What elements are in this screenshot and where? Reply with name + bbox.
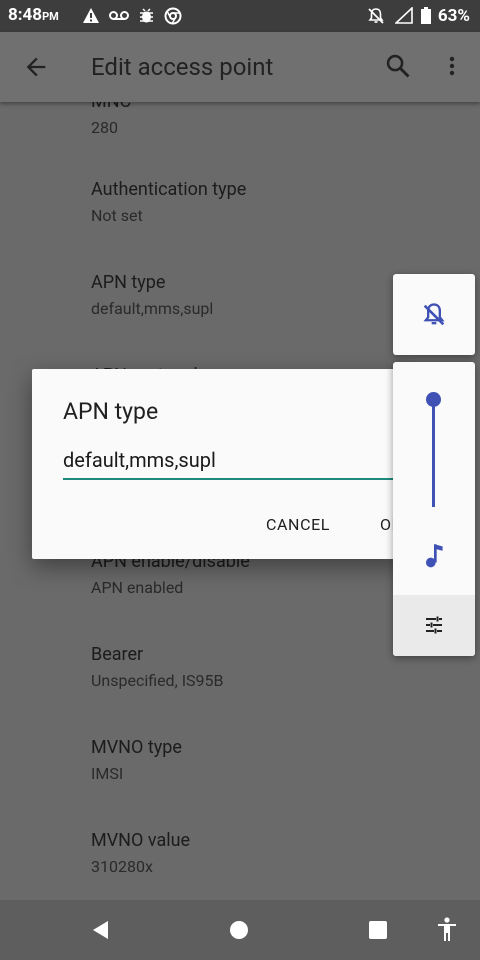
bug-icon [140, 8, 153, 23]
ringer-mode-button[interactable] [393, 274, 475, 355]
pref-title: MVNO value [91, 830, 191, 851]
pref-authentication-type[interactable]: Authentication type Not set [91, 178, 246, 227]
battery-icon [421, 7, 431, 24]
nav-recents-icon[interactable] [368, 920, 388, 940]
nav-home-icon[interactable] [229, 920, 249, 940]
pref-summary: 310280x [91, 857, 153, 876]
pref-title: Authentication type [91, 179, 247, 200]
status-ampm: PM [42, 10, 59, 23]
pref-summary: 280 [91, 118, 118, 137]
nav-back-icon[interactable] [90, 919, 112, 941]
accessibility-icon[interactable] [436, 917, 458, 943]
tune-icon [426, 616, 442, 634]
navigation-bar [0, 900, 480, 960]
status-time-text: 8:48 [8, 5, 43, 25]
battery-percent: 63% [437, 6, 470, 26]
volume-slider-thumb[interactable] [426, 392, 441, 407]
app-bar: Edit access point [0, 32, 480, 102]
pref-bearer[interactable]: Bearer Unspecified, IS95B [91, 643, 224, 692]
pref-title: MNC [91, 102, 131, 114]
cancel-button[interactable]: CANCEL [266, 515, 330, 534]
more-options-icon[interactable] [440, 52, 464, 80]
pref-summary: Not set [91, 206, 143, 225]
pref-title: MVNO type [91, 737, 182, 758]
status-bar: 8:48PM 63% [0, 0, 480, 32]
pref-mvno-type[interactable]: MVNO type IMSI [91, 736, 182, 785]
pref-summary: APN enabled [91, 578, 184, 597]
voicemail-icon [109, 11, 129, 20]
volume-settings-button[interactable] [393, 595, 475, 656]
pref-title: APN type [91, 272, 166, 293]
mute-icon [368, 8, 384, 24]
pref-summary: Unspecified, IS95B [91, 671, 224, 690]
dialog-title: APN type [63, 398, 159, 425]
volume-slider-track[interactable] [432, 400, 435, 507]
volume-panel [393, 362, 475, 656]
pref-mnc[interactable]: MNC 280 [91, 102, 131, 139]
pref-apn-type[interactable]: APN type default,mms,supl [91, 271, 213, 320]
music-note-icon [425, 544, 443, 568]
apn-type-dialog: APN type CANCEL OK [32, 369, 404, 559]
search-icon[interactable] [384, 52, 412, 80]
page-title: Edit access point [91, 53, 274, 81]
status-time: 8:48PM [8, 5, 59, 25]
signal-icon [395, 7, 413, 24]
pref-mvno-value[interactable]: MVNO value 310280x [91, 829, 190, 878]
chrome-icon [164, 7, 182, 25]
back-arrow-icon[interactable] [22, 53, 50, 81]
pref-summary: IMSI [91, 764, 124, 783]
warning-icon [83, 8, 99, 23]
pref-summary: default,mms,supl [91, 299, 214, 318]
apn-type-input[interactable] [63, 442, 404, 480]
bell-off-icon [423, 303, 445, 326]
pref-title: Bearer [91, 644, 144, 665]
